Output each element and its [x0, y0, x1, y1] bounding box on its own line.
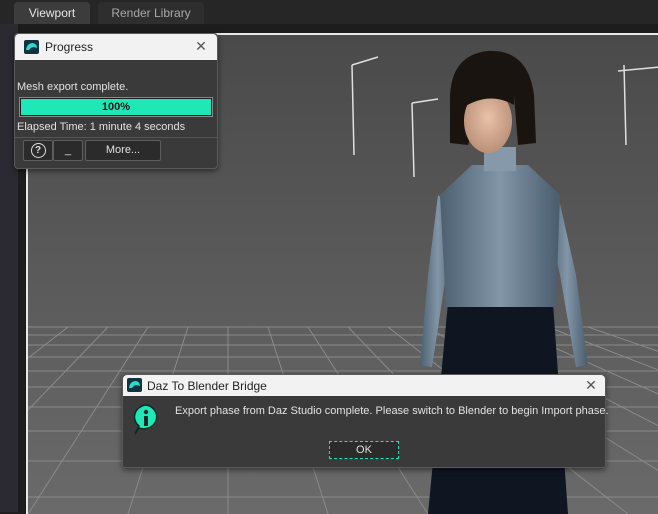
- tab-viewport[interactable]: Viewport: [14, 2, 90, 24]
- progress-bar: 100%: [19, 97, 213, 117]
- bridge-titlebar[interactable]: Daz To Blender Bridge ✕: [123, 375, 605, 396]
- info-icon: [133, 404, 158, 435]
- progress-title: Progress: [45, 40, 94, 54]
- tab-bar: Viewport Render Library: [0, 0, 658, 24]
- divider: [15, 137, 217, 138]
- close-icon[interactable]: ✕: [193, 38, 209, 54]
- daz-app-icon: [127, 378, 142, 392]
- progress-titlebar[interactable]: Progress ✕: [15, 34, 217, 60]
- ok-button[interactable]: OK: [329, 441, 399, 459]
- help-button[interactable]: ?: [23, 140, 53, 161]
- progress-dialog: Progress ✕ Mesh export complete. 100% El…: [14, 33, 218, 169]
- figure-sweater: [440, 165, 560, 307]
- bridge-dialog: Daz To Blender Bridge ✕ Export phase fro…: [122, 374, 609, 468]
- elapsed-time: Elapsed Time: 1 minute 4 seconds: [17, 121, 186, 133]
- bridge-title: Daz To Blender Bridge: [147, 379, 267, 393]
- tab-render-library[interactable]: Render Library: [98, 2, 204, 24]
- bridge-message: Export phase from Daz Studio complete. P…: [175, 405, 609, 417]
- daz-app-icon: [24, 40, 39, 54]
- minimize-button[interactable]: _: [53, 140, 83, 161]
- progress-percent: 100%: [101, 101, 131, 113]
- progress-status: Mesh export complete.: [17, 81, 129, 93]
- help-icon: ?: [30, 143, 46, 158]
- more-button[interactable]: More...: [85, 140, 161, 161]
- close-icon[interactable]: ✕: [583, 377, 599, 393]
